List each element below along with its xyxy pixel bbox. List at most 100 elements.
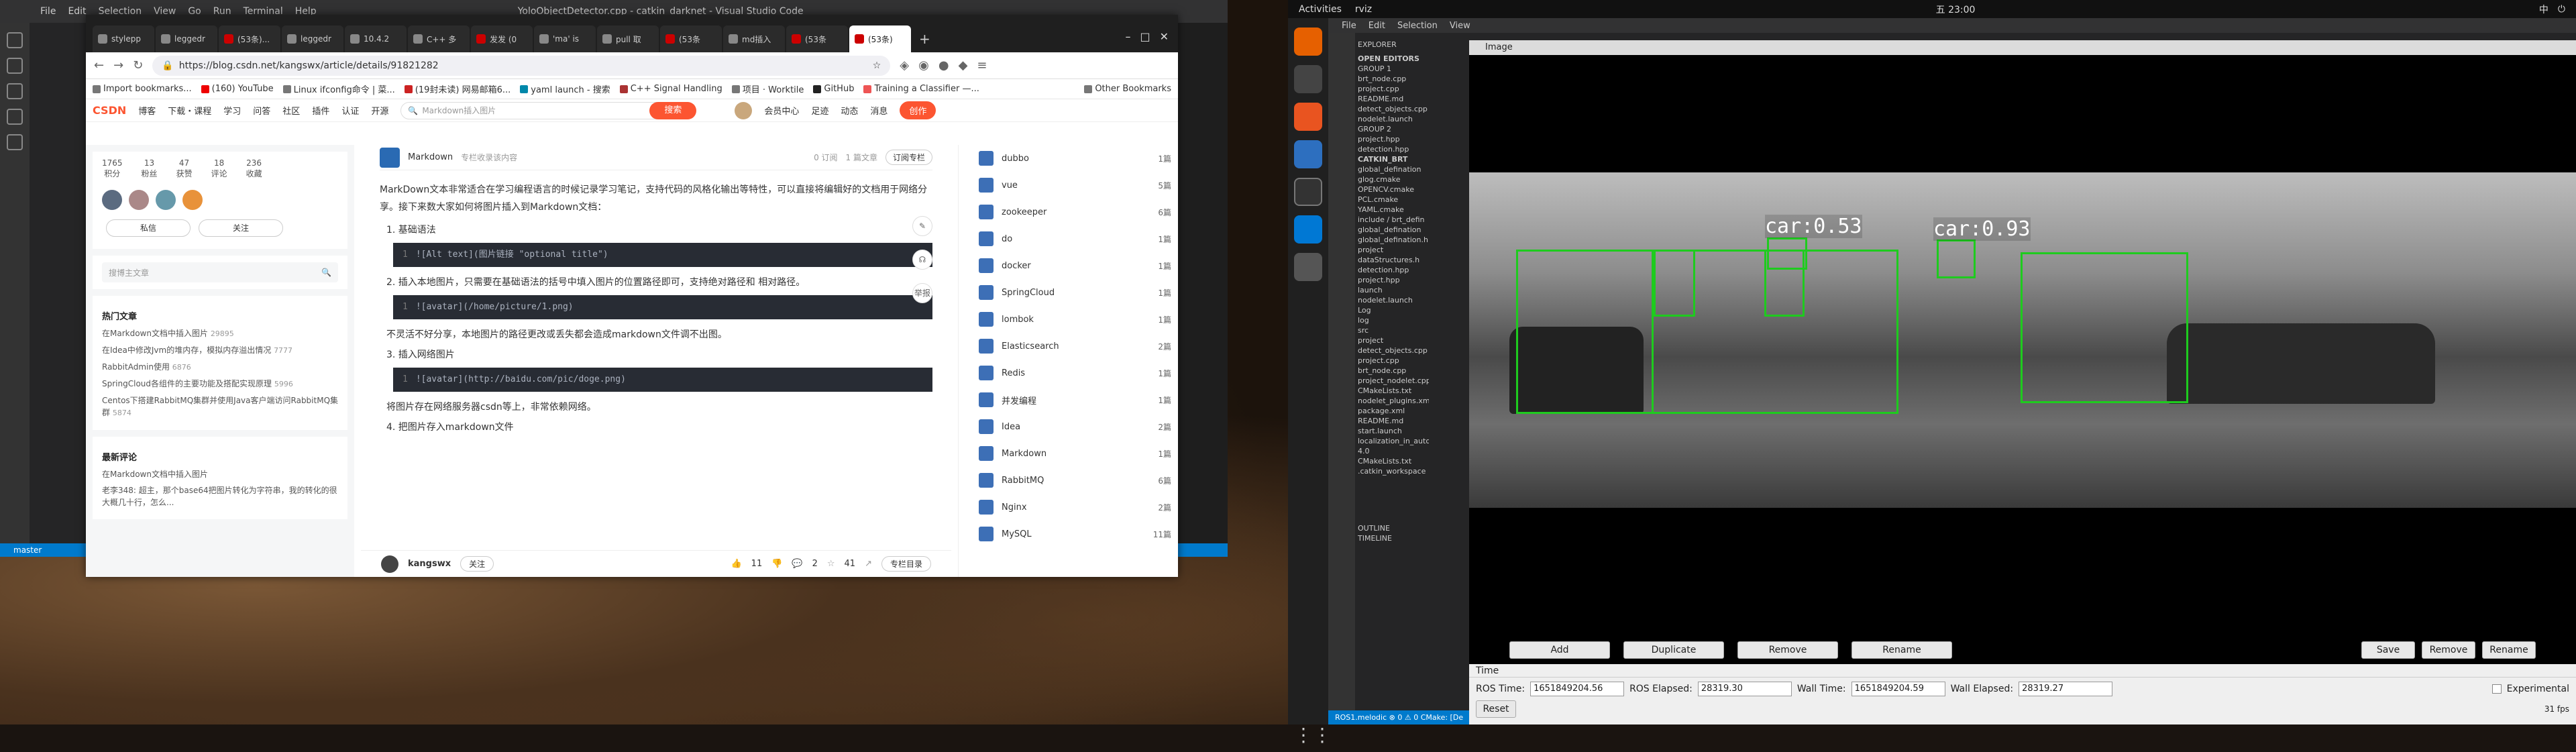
category-item[interactable]: zookeeper 6篇 bbox=[959, 199, 1178, 225]
menu-file[interactable]: File bbox=[1342, 21, 1356, 31]
bookmark[interactable]: 项目 · Worktile bbox=[731, 83, 804, 95]
explorer-icon[interactable] bbox=[7, 32, 23, 48]
extension-icon[interactable]: ● bbox=[938, 58, 949, 72]
nav-plugin[interactable]: 插件 bbox=[312, 104, 329, 117]
tree-item[interactable]: brt_node.cpp bbox=[1358, 74, 1426, 84]
menu-file[interactable]: File bbox=[40, 6, 56, 17]
tree-item[interactable]: CATKIN_BRT bbox=[1358, 154, 1426, 164]
hot-article-link[interactable]: 在Idea中修改Jvm的堆内存，模拟内存溢出情况 7777 bbox=[102, 344, 338, 357]
author-name[interactable]: kangswx bbox=[408, 559, 451, 569]
bookmark[interactable]: GitHub bbox=[813, 84, 854, 94]
tree-item[interactable]: detect_objects.cpp bbox=[1358, 345, 1428, 356]
author-follow-button[interactable]: 关注 bbox=[460, 556, 494, 572]
browser-tab[interactable]: leggedr bbox=[282, 25, 343, 52]
tree-item[interactable]: glog.cmake bbox=[1358, 174, 1426, 184]
hot-article-link[interactable]: 在Markdown文档中插入图片 29895 bbox=[102, 327, 338, 340]
category-item[interactable]: Elasticsearch 2篇 bbox=[959, 333, 1178, 360]
nav-cert[interactable]: 认证 bbox=[341, 104, 359, 117]
help-icon[interactable] bbox=[1294, 140, 1322, 168]
search-icon[interactable] bbox=[7, 58, 23, 74]
category-item[interactable]: docker 1篇 bbox=[959, 252, 1178, 279]
browser-tab[interactable]: leggedr bbox=[156, 25, 217, 52]
extension-icon[interactable]: ◉ bbox=[918, 58, 929, 72]
star-icon[interactable]: ☆ bbox=[827, 559, 835, 569]
timeline-section[interactable]: TIMELINE bbox=[1358, 533, 1426, 543]
csdn-search-input[interactable]: 🔍 Markdown插入图片 搜索 bbox=[400, 101, 697, 119]
rename-button[interactable]: Rename bbox=[1851, 641, 1952, 659]
back-icon[interactable]: ← bbox=[94, 58, 104, 72]
tree-item[interactable]: dataStructures.h bbox=[1358, 255, 1426, 265]
category-item[interactable]: Redis 1篇 bbox=[959, 360, 1178, 386]
wall-time-field[interactable]: 1651849204.59 bbox=[1851, 682, 1945, 696]
browser-tab[interactable]: (53条)... bbox=[219, 25, 280, 52]
search-icon[interactable]: 🔍 bbox=[321, 268, 331, 277]
browser-tab[interactable]: (53条 bbox=[786, 25, 848, 52]
menu-edit[interactable]: Edit bbox=[1368, 21, 1385, 31]
tree-item[interactable]: .catkin_workspace bbox=[1358, 466, 1426, 476]
tree-item[interactable]: src bbox=[1358, 325, 1426, 335]
url-bar[interactable]: 🔒 https://blog.csdn.net/kangswx/article/d… bbox=[152, 55, 891, 76]
tree-item[interactable]: CMakeLists.txt bbox=[1358, 456, 1426, 466]
category-item[interactable]: vue 5篇 bbox=[959, 172, 1178, 199]
apps-grid-icon[interactable]: ⋮⋮ bbox=[1294, 724, 1332, 752]
tree-item[interactable]: project.cpp bbox=[1358, 356, 1426, 366]
firefox-icon[interactable] bbox=[1294, 28, 1322, 56]
share-icon[interactable]: ↗ bbox=[865, 559, 872, 569]
avatar[interactable] bbox=[735, 101, 753, 119]
nav-opensource[interactable]: 开源 bbox=[371, 104, 388, 117]
rename-view-button[interactable]: Rename bbox=[2482, 641, 2536, 659]
bookmark[interactable]: (19封未读) 网易邮箱6... bbox=[404, 83, 511, 95]
csdn-logo[interactable]: CSDN bbox=[93, 104, 126, 117]
browser-tab[interactable]: stylepp bbox=[93, 25, 154, 52]
category-item[interactable]: lombok 1篇 bbox=[959, 306, 1178, 333]
reload-icon[interactable]: ↻ bbox=[133, 58, 143, 72]
browser-tab[interactable]: 发发 (0 bbox=[471, 25, 533, 52]
browser-tab[interactable]: pull 取 bbox=[597, 25, 659, 52]
nav-learn[interactable]: 学习 bbox=[223, 104, 241, 117]
column-name[interactable]: Markdown bbox=[408, 152, 453, 162]
extension-icon[interactable]: ◆ bbox=[959, 58, 968, 72]
files-icon[interactable] bbox=[1294, 65, 1322, 93]
menu-selection[interactable]: Selection bbox=[1397, 21, 1438, 31]
nav-vip[interactable]: 会员中心 bbox=[764, 104, 799, 117]
minimize-icon[interactable]: – bbox=[1125, 30, 1130, 43]
browser-tab[interactable]: md插入 bbox=[723, 25, 785, 52]
tree-item[interactable]: start.launch bbox=[1358, 426, 1426, 436]
comment-icon[interactable]: 💬 bbox=[792, 559, 802, 569]
bookmark[interactable]: C++ Signal Handling bbox=[619, 84, 722, 94]
sidebar-search-input[interactable]: 搜博主文章 🔍 bbox=[102, 262, 338, 282]
nav-blog[interactable]: 博客 bbox=[138, 104, 156, 117]
input-method[interactable]: 中 bbox=[2539, 3, 2548, 16]
tree-item[interactable]: log bbox=[1358, 315, 1426, 325]
tree-item[interactable]: Log bbox=[1358, 305, 1426, 315]
subscribe-button[interactable]: 订阅专栏 bbox=[885, 150, 932, 165]
dislike-icon[interactable]: 👎 bbox=[771, 559, 782, 569]
category-item[interactable]: SpringCloud 1篇 bbox=[959, 279, 1178, 306]
ros-time-field[interactable]: 1651849204.56 bbox=[1530, 682, 1625, 696]
follow-button[interactable]: 关注 bbox=[199, 219, 283, 237]
hot-article-link[interactable]: RabbitAdmin使用 6876 bbox=[102, 361, 338, 374]
menu-view[interactable]: View bbox=[1450, 21, 1470, 31]
author-avatar[interactable] bbox=[381, 555, 398, 573]
nav-message[interactable]: 消息 bbox=[870, 104, 888, 117]
category-item[interactable]: MySQL 11篇 bbox=[959, 521, 1178, 547]
add-button[interactable]: Add bbox=[1509, 641, 1610, 659]
category-item[interactable]: Markdown 1篇 bbox=[959, 440, 1178, 467]
category-item[interactable]: RabbitMQ 6篇 bbox=[959, 467, 1178, 494]
experimental-checkbox[interactable] bbox=[2491, 684, 2502, 694]
edit-icon[interactable]: ✎ bbox=[912, 216, 932, 236]
create-button[interactable]: 创作 bbox=[900, 101, 936, 119]
debug-icon[interactable] bbox=[7, 109, 23, 125]
source-control-icon[interactable] bbox=[7, 83, 23, 99]
nav-qa[interactable]: 问答 bbox=[253, 104, 270, 117]
vscode-icon[interactable] bbox=[1294, 215, 1322, 244]
browser-tab[interactable]: (53条 bbox=[660, 25, 722, 52]
tree-item[interactable]: include / brt_defin bbox=[1358, 215, 1426, 225]
tree-item[interactable]: OPENCV.cmake bbox=[1358, 184, 1426, 195]
reset-button[interactable]: Reset bbox=[1476, 700, 1516, 718]
tree-item[interactable]: detect_objects.cpp bbox=[1358, 104, 1428, 114]
hot-article-link[interactable]: SpringCloud各组件的主要功能及搭配实现原理 5996 bbox=[102, 378, 338, 390]
tree-item[interactable]: project.hpp bbox=[1358, 275, 1426, 285]
bookmark[interactable]: Linux ifconfig命令 | 菜... bbox=[282, 83, 395, 95]
nav-community[interactable]: 社区 bbox=[282, 104, 300, 117]
